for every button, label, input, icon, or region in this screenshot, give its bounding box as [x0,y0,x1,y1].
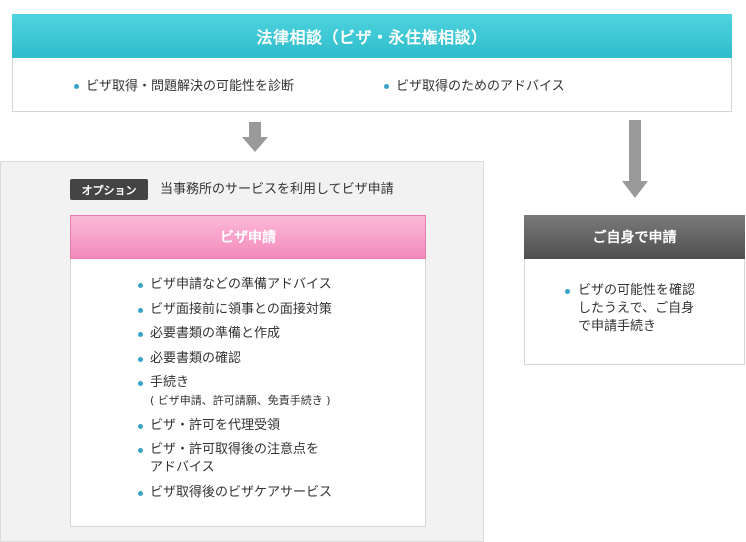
visa-application-item-subtext: ( ビザ申請、許可請願、免責手続き ) [150,394,331,407]
self-application-title: ご自身で申請 [592,230,677,246]
option-description: 当事務所のサービスを利用してビザ申請 [160,182,394,197]
consultation-header: 法律相談（ビザ・永住権相談） [12,14,732,58]
visa-application-header: ビザ申請 [70,215,426,259]
visa-application-item-text: 必要書類の準備と作成 [150,326,281,341]
visa-application-item: 手続き ( ビザ申請、許可請願、免責手続き ) [138,374,332,410]
down-arrow-icon-right [622,120,648,198]
option-badge: オプション [70,179,148,200]
visa-application-item: 必要書類の確認 [138,350,332,368]
visa-application-item-text: ビザ面接前に領事との面接対策 [150,301,332,317]
visa-application-item: ビザ申請などの準備アドバイス [138,276,332,294]
visa-application-item-text: ビザ・許可を代理受領 [150,417,281,433]
consultation-item-advice: ビザ取得のためのアドバイス [384,77,565,96]
consultation-title: 法律相談（ビザ・永住権相談） [256,28,488,47]
consultation-item-diagnosis: ビザ取得・問題解決の可能性を診断 [74,77,294,96]
visa-application-item-text: ビザ取得後のビザケアサービス [150,484,333,500]
visa-application-item: ビザ・許可取得後の注意点を アドバイス [138,441,332,477]
visa-application-item: ビザ取得後のビザケアサービス [138,484,332,502]
visa-application-list: ビザ申請などの準備アドバイス ビザ面接前に領事との面接対策 必要書類の準備と作成 必要… [138,276,332,508]
visa-application-item-text: ビザ申請などの準備アドバイス [150,277,332,292]
self-application-text: ビザの可能性を確認 したうえで、ご自身 で申請手続き [578,283,696,334]
visa-application-item: ビザ・許可を代理受領 [138,417,332,435]
self-application-header: ご自身で申請 [524,215,745,259]
visa-application-title: ビザ申請 [220,230,276,246]
down-arrow-icon-left [242,122,268,152]
visa-application-item-text: 手続き [150,375,190,390]
self-application-description: ビザの可能性を確認 したうえで、ご自身 で申請手続き [565,282,728,336]
visa-application-item: ビザ面接前に領事との面接対策 [138,301,332,319]
visa-application-item-text: 必要書類の確認 [150,350,242,366]
visa-application-item: 必要書類の準備と作成 [138,325,332,343]
visa-application-item-text: ビザ・許可取得後の注意点を アドバイス [150,442,320,475]
